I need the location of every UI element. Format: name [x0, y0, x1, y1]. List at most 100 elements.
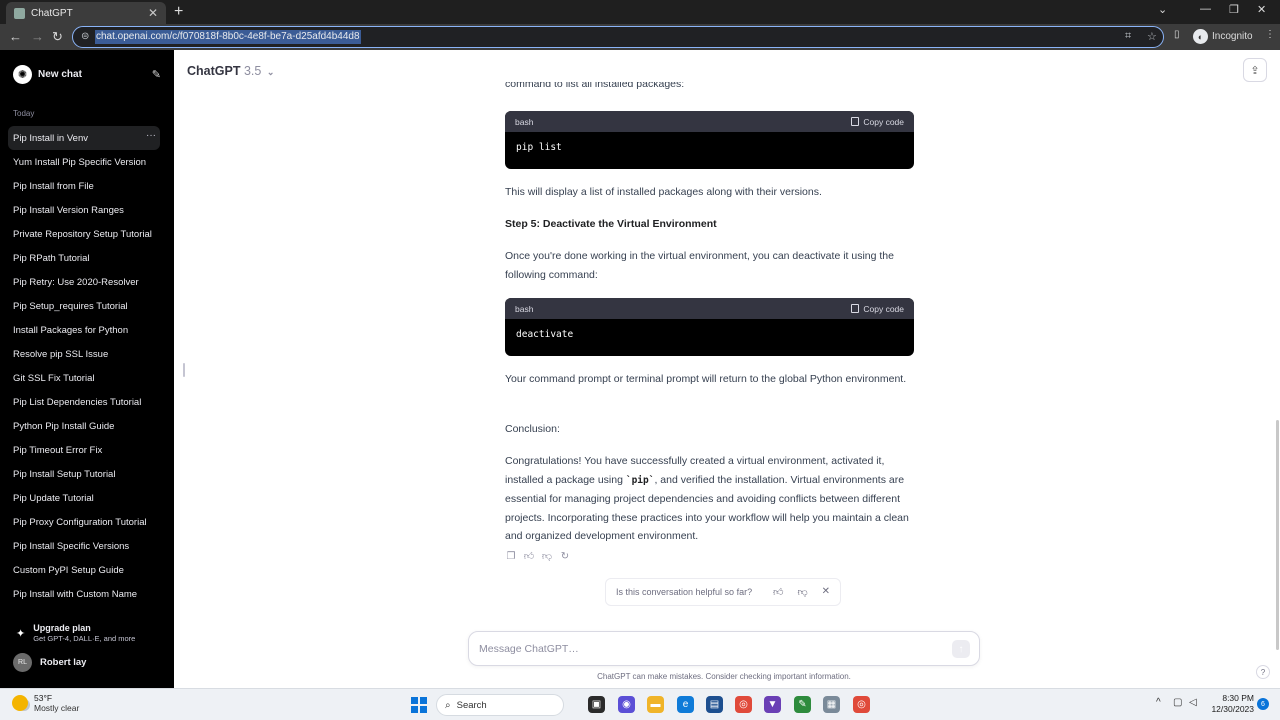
- copy-icon[interactable]: ❐: [506, 550, 516, 562]
- history-item[interactable]: Custom PyPI Setup Guide: [8, 558, 160, 582]
- feedback-prompt: Is this conversation helpful so far? 👍︎ …: [605, 578, 841, 606]
- search-icon: ⌕: [445, 699, 451, 711]
- file-explorer-icon[interactable]: ▬: [647, 696, 664, 713]
- store-icon[interactable]: ▤: [706, 696, 723, 713]
- upgrade-plan-button[interactable]: ✦ Upgrade plan Get GPT-4, DALL·E, and mo…: [8, 620, 166, 646]
- app-icon[interactable]: ▼: [764, 696, 781, 713]
- scrollbar[interactable]: [1276, 420, 1279, 650]
- sidebar-collapse-handle[interactable]: [183, 363, 185, 377]
- history-item[interactable]: Pip Install Setup Tutorial: [8, 462, 160, 486]
- history-item[interactable]: Pip Install Specific Versions: [8, 534, 160, 558]
- help-button[interactable]: ?: [1256, 665, 1270, 679]
- copy-code-button[interactable]: Copy code: [851, 117, 904, 127]
- browser-tabbar: ChatGPT ✕ + ⌄ — ❐ ✕: [0, 0, 1280, 24]
- qr-code-icon[interactable]: ⌗: [1125, 30, 1131, 43]
- history-item[interactable]: Git SSL Fix Tutorial: [8, 366, 160, 390]
- edit-pencil-icon[interactable]: ✎: [152, 68, 161, 81]
- user-menu[interactable]: RL Robert lay: [8, 651, 166, 673]
- arrow-up-icon: ↑: [958, 643, 964, 655]
- browser-menu-icon[interactable]: ⋮: [1265, 29, 1275, 40]
- app-icon[interactable]: ✎: [794, 696, 811, 713]
- start-button[interactable]: [411, 697, 427, 713]
- time: 8:30 PM: [1222, 693, 1254, 703]
- url-text[interactable]: chat.openai.com/c/f070818f-8b0c-4e8f-be7…: [95, 30, 361, 44]
- history-item[interactable]: Python Pip Install Guide: [8, 414, 160, 438]
- windows-taskbar: 53°F Mostly clear ⌕ Search ▣ ◉ ▬ e ▤ ◎ ▼…: [0, 688, 1280, 720]
- history-item[interactable]: Pip RPath Tutorial: [8, 246, 160, 270]
- incognito-label: Incognito: [1212, 31, 1253, 42]
- side-panel-icon[interactable]: ▯: [1174, 29, 1180, 40]
- close-window-button[interactable]: ✕: [1257, 3, 1266, 16]
- edge-browser-icon[interactable]: e: [677, 696, 694, 713]
- history-item[interactable]: Pip Update Tutorial: [8, 486, 160, 510]
- new-chat-button[interactable]: ✺ New chat ✎: [8, 58, 166, 90]
- thumbs-down-icon[interactable]: 👎︎: [542, 550, 552, 562]
- upgrade-title: Upgrade plan: [33, 623, 91, 633]
- chat-app-icon[interactable]: ◉: [618, 696, 635, 713]
- history-item[interactable]: Pip Retry: Use 2020-Resolver: [8, 270, 160, 294]
- copy-code-button[interactable]: Copy code: [851, 304, 904, 314]
- history-item[interactable]: Pip Proxy Configuration Tutorial: [8, 510, 160, 534]
- forward-arrow-icon[interactable]: →: [31, 29, 44, 44]
- thumbs-up-icon[interactable]: 👍︎: [773, 586, 783, 598]
- new-tab-button[interactable]: +: [174, 2, 183, 22]
- user-name: Robert lay: [40, 656, 87, 668]
- history-item[interactable]: Pip Install in Venv ···: [8, 126, 160, 150]
- history-item[interactable]: Private Repository Setup Tutorial: [8, 222, 160, 246]
- network-icon[interactable]: ▢: [1173, 697, 1182, 708]
- response-paragraph: Once you're done working in the virtual …: [505, 250, 894, 281]
- disclaimer-text: ChatGPT can make mistakes. Consider chec…: [597, 672, 851, 681]
- taskbar-search[interactable]: ⌕ Search: [436, 694, 564, 716]
- history-item[interactable]: Pip Timeout Error Fix: [8, 438, 160, 462]
- clipboard-icon: [851, 304, 860, 313]
- search-label: Search: [456, 699, 487, 711]
- thumbs-up-icon[interactable]: 👍︎: [524, 550, 534, 562]
- weather-description: Mostly clear: [34, 703, 80, 713]
- browser-tab[interactable]: ChatGPT ✕: [6, 2, 166, 24]
- history-item[interactable]: Pip Setup_requires Tutorial: [8, 294, 160, 318]
- history-item[interactable]: Pip List Dependencies Tutorial: [8, 390, 160, 414]
- site-info-icon[interactable]: ⊜: [81, 31, 93, 43]
- incognito-profile[interactable]: ◐ Incognito: [1193, 29, 1253, 44]
- temperature: 53°F: [34, 693, 53, 703]
- tab-close-icon[interactable]: ✕: [148, 6, 158, 20]
- thumbs-down-icon[interactable]: 👎︎: [797, 586, 807, 598]
- avatar: RL: [13, 652, 32, 672]
- back-arrow-icon[interactable]: ←: [9, 29, 22, 44]
- model-name: ChatGPT: [187, 64, 241, 78]
- system-clock[interactable]: 8:30 PM 12/30/2023: [1208, 693, 1254, 715]
- app-icon[interactable]: ▦: [823, 696, 840, 713]
- sparkle-icon: ✦: [16, 627, 26, 640]
- reload-icon[interactable]: ↻: [52, 29, 63, 44]
- history-item[interactable]: Pip Install from File: [8, 174, 160, 198]
- history-item[interactable]: Pip Install with Custom Name: [8, 582, 160, 606]
- regenerate-icon[interactable]: ↻: [560, 550, 570, 562]
- history-item[interactable]: Install Packages for Python: [8, 318, 160, 342]
- model-selector[interactable]: ChatGPT 3.5 ⌄: [187, 64, 274, 78]
- send-button[interactable]: ↑: [952, 640, 970, 658]
- address-bar[interactable]: ⊜ chat.openai.com/c/f070818f-8b0c-4e8f-b…: [72, 26, 1164, 48]
- bookmark-star-icon[interactable]: ☆: [1147, 30, 1157, 43]
- task-view-icon[interactable]: ▣: [588, 696, 605, 713]
- sidebar: ✺ New chat ✎ Today Pip Install in Venv ··…: [0, 50, 174, 688]
- volume-icon[interactable]: ◁: [1189, 697, 1197, 708]
- history-item[interactable]: Yum Install Pip Specific Version: [8, 150, 160, 174]
- notification-badge[interactable]: 6: [1257, 698, 1269, 710]
- chevron-up-icon[interactable]: ^: [1156, 697, 1161, 708]
- chrome-icon[interactable]: ◎: [735, 696, 752, 713]
- tab-search-icon[interactable]: ⌄: [1158, 3, 1167, 16]
- restore-button[interactable]: ❐: [1229, 3, 1239, 16]
- minimize-button[interactable]: —: [1200, 3, 1211, 15]
- code-language: bash: [515, 116, 534, 127]
- more-options-icon[interactable]: ···: [146, 130, 156, 141]
- weather-widget[interactable]: 53°F Mostly clear: [12, 693, 79, 713]
- close-icon[interactable]: ✕: [822, 586, 830, 598]
- message-input[interactable]: [479, 640, 939, 658]
- conclusion-heading: Conclusion:: [505, 423, 560, 435]
- share-button[interactable]: ⇪: [1243, 58, 1267, 82]
- history-item[interactable]: Resolve pip SSL Issue: [8, 342, 160, 366]
- history-item[interactable]: Pip Install Version Ranges: [8, 198, 160, 222]
- code-language: bash: [515, 303, 534, 314]
- chrome-active-icon[interactable]: ◎: [853, 696, 870, 713]
- code-block: bash Copy code deactivate: [505, 298, 914, 356]
